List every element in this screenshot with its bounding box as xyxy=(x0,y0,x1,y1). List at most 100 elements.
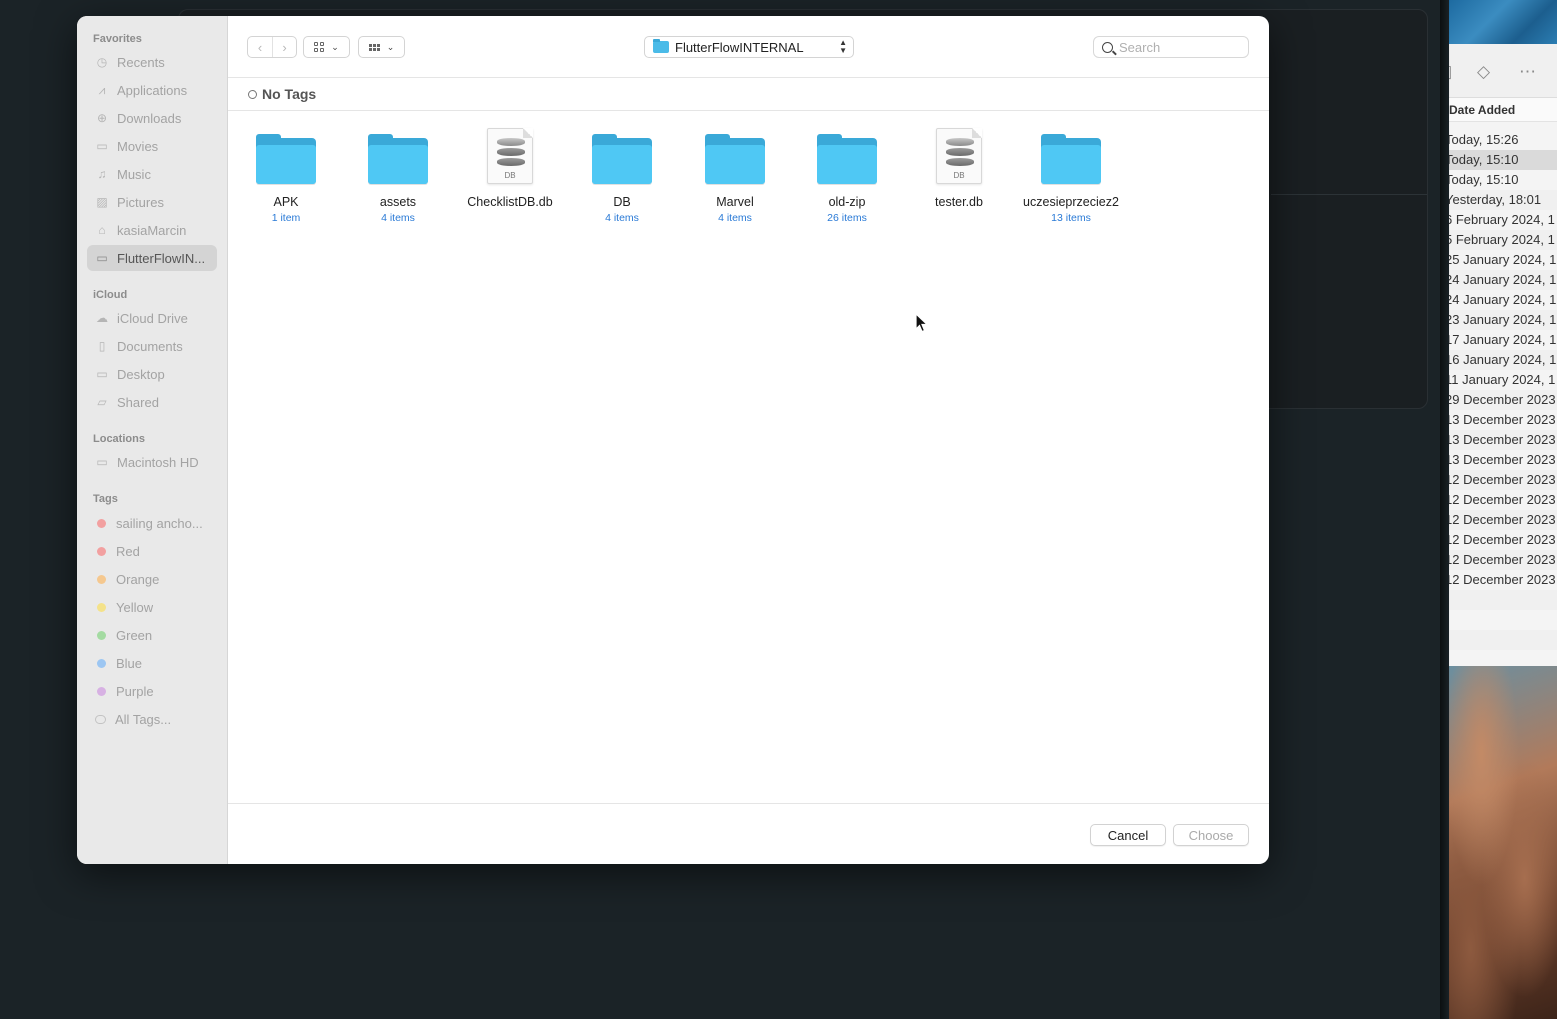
desktop-icon: ▭ xyxy=(96,367,108,381)
sidebar-item-applications[interactable]: ⩘ Applications xyxy=(87,77,217,103)
search-input[interactable] xyxy=(1119,39,1239,55)
column-header-date-added[interactable]: Date Added xyxy=(1449,98,1557,122)
date-added-cell[interactable]: 6 February 2024, 1 xyxy=(1449,210,1557,230)
tag-icon[interactable]: ◇ xyxy=(1477,62,1490,82)
location-popup[interactable]: FlutterFlowINTERNAL ▲ ▼ xyxy=(644,36,854,58)
download-icon: ⊕ xyxy=(96,111,108,125)
sidebar-item-kasiamarcin[interactable]: ⌂ kasiaMarcin xyxy=(87,217,217,243)
shared-folder-icon: ▱ xyxy=(97,395,107,409)
sidebar-tag-purple[interactable]: Purple xyxy=(87,678,217,704)
sidebar-item-desktop[interactable]: ▭ Desktop xyxy=(87,361,217,387)
item-count: 4 items xyxy=(381,212,415,224)
file-item[interactable]: DB ChecklistDB.db xyxy=(454,126,566,209)
date-added-cell[interactable]: 5 February 2024, 1 xyxy=(1449,230,1557,250)
film-icon: ▭ xyxy=(96,139,108,153)
sidebar-item-documents[interactable]: ▯ Documents xyxy=(87,333,217,359)
date-added-cell[interactable]: Today, 15:10 xyxy=(1449,150,1557,170)
more-icon[interactable]: ⋯ xyxy=(1519,62,1536,82)
folder-icon xyxy=(679,126,791,184)
date-added-cell[interactable]: 29 December 2023 xyxy=(1449,390,1557,410)
sidebar-item-music[interactable]: ♫ Music xyxy=(87,161,217,187)
sidebar-tag-red[interactable]: Red xyxy=(87,538,217,564)
sidebar-item-macintosh-hd[interactable]: ▭ Macintosh HD xyxy=(87,449,217,475)
sidebar-item-icloud-drive[interactable]: ☁ iCloud Drive xyxy=(87,305,217,331)
forward-button[interactable]: › xyxy=(272,37,296,57)
sidebar-tag-blue[interactable]: Blue xyxy=(87,650,217,676)
date-added-cell[interactable]: Yesterday, 18:01 xyxy=(1449,190,1557,210)
file-name: assets xyxy=(379,195,417,209)
folder-item[interactable]: old-zip 26 items xyxy=(791,126,903,224)
cancel-button[interactable]: Cancel xyxy=(1090,824,1166,846)
file-name: ChecklistDB.db xyxy=(467,195,553,209)
group-grid-icon xyxy=(368,43,380,51)
sidebar-tag-label: Blue xyxy=(116,655,143,671)
view-mode-button[interactable]: ⌄ xyxy=(303,36,350,58)
choose-button[interactable]: Choose xyxy=(1173,824,1249,846)
sidebar-tag-label: Yellow xyxy=(116,599,154,615)
sidebar-item-recents[interactable]: ◷ Recents xyxy=(87,49,217,75)
applications-icon: ⩘ xyxy=(98,82,106,97)
date-added-cell[interactable]: 12 December 2023 xyxy=(1449,550,1557,570)
sidebar-tag-sailing-ancho[interactable]: sailing ancho... xyxy=(87,510,217,536)
desktop-wallpaper xyxy=(1449,0,1557,44)
date-added-cell[interactable]: 12 December 2023 xyxy=(1449,510,1557,530)
folder-icon xyxy=(342,126,454,184)
sidebar-item-label: Macintosh HD xyxy=(117,454,199,470)
all-tags-icon xyxy=(95,714,106,724)
sidebar-item-downloads[interactable]: ⊕ Downloads xyxy=(87,105,217,131)
date-added-cell[interactable]: 24 January 2024, 1 xyxy=(1449,270,1557,290)
sidebar: Favorites ◷ Recents ⩘ Applications ⊕ Download… xyxy=(77,16,228,864)
item-count: 4 items xyxy=(718,212,752,224)
file-item[interactable]: DB tester.db xyxy=(903,126,1015,209)
folder-icon: ▭ xyxy=(96,251,108,265)
group-by-button[interactable]: ⌄ xyxy=(358,36,405,58)
sidebar-item-label: iCloud Drive xyxy=(117,310,188,326)
sidebar-item-flutterflowin[interactable]: ▭ FlutterFlowIN... xyxy=(87,245,217,271)
sidebar-tag-all-tags[interactable]: All Tags... xyxy=(87,706,217,732)
date-added-cell[interactable]: Today, 15:26 xyxy=(1449,130,1557,150)
sidebar-item-label: FlutterFlowIN... xyxy=(117,250,206,266)
sidebar-item-movies[interactable]: ▭ Movies xyxy=(87,133,217,159)
sidebar-item-label: Recents xyxy=(117,54,165,70)
folder-item[interactable]: APK 1 item xyxy=(230,126,342,224)
sidebar-item-shared[interactable]: ▱ Shared xyxy=(87,389,217,415)
date-added-cell[interactable]: 13 December 2023 xyxy=(1449,430,1557,450)
sidebar-tag-yellow[interactable]: Yellow xyxy=(87,594,217,620)
document-icon: ▯ xyxy=(98,339,106,353)
date-added-cell[interactable]: 13 December 2023 xyxy=(1449,410,1557,430)
dialog-toolbar: ‹ › ⌄ ⌄ FlutterFlowINTERNAL ▲ ▼ xyxy=(228,16,1269,78)
search-field[interactable] xyxy=(1093,36,1249,58)
music-note-icon: ♫ xyxy=(97,167,107,181)
date-added-cell[interactable]: 13 December 2023 xyxy=(1449,450,1557,470)
folder-icon xyxy=(791,126,903,184)
location-name: FlutterFlowINTERNAL xyxy=(675,39,804,55)
clock-icon: ◷ xyxy=(96,55,108,69)
back-button[interactable]: ‹ xyxy=(248,37,272,57)
date-added-cell[interactable]: 12 December 2023 xyxy=(1449,470,1557,490)
date-added-cell[interactable]: 12 December 2023 xyxy=(1449,490,1557,510)
folder-item[interactable]: uczesieprzeciez2 13 items xyxy=(1015,126,1127,224)
date-added-cell[interactable]: Today, 15:10 xyxy=(1449,170,1557,190)
file-name: DB xyxy=(613,195,631,209)
date-added-cell[interactable]: 16 January 2024, 1 xyxy=(1449,350,1557,370)
date-added-cell[interactable]: 25 January 2024, 1 xyxy=(1449,250,1557,270)
sidebar-tag-green[interactable]: Green xyxy=(87,622,217,648)
folder-item[interactable]: DB 4 items xyxy=(566,126,678,224)
sidebar-item-label: Applications xyxy=(117,82,188,98)
date-added-cell[interactable]: 12 December 2023 xyxy=(1449,530,1557,550)
sidebar-tag-orange[interactable]: Orange xyxy=(87,566,217,592)
file-name: old-zip xyxy=(828,195,866,209)
sidebar-section-locations: Locations xyxy=(93,433,145,445)
desktop-wallpaper-photo xyxy=(1449,666,1557,1019)
drive-icon: ▭ xyxy=(96,455,108,469)
date-added-cell[interactable]: 11 January 2024, 1 xyxy=(1449,370,1557,390)
home-icon: ⌂ xyxy=(98,223,106,237)
sidebar-item-pictures[interactable]: ▨ Pictures xyxy=(87,189,217,215)
date-added-cell[interactable]: 17 January 2024, 1 xyxy=(1449,330,1557,350)
date-added-cell[interactable]: 23 January 2024, 1 xyxy=(1449,310,1557,330)
date-added-cell[interactable]: 12 December 2023 xyxy=(1449,570,1557,590)
tag-color-dot-icon xyxy=(97,574,106,584)
folder-item[interactable]: assets 4 items xyxy=(342,126,454,224)
date-added-cell[interactable]: 24 January 2024, 1 xyxy=(1449,290,1557,310)
folder-item[interactable]: Marvel 4 items xyxy=(679,126,791,224)
